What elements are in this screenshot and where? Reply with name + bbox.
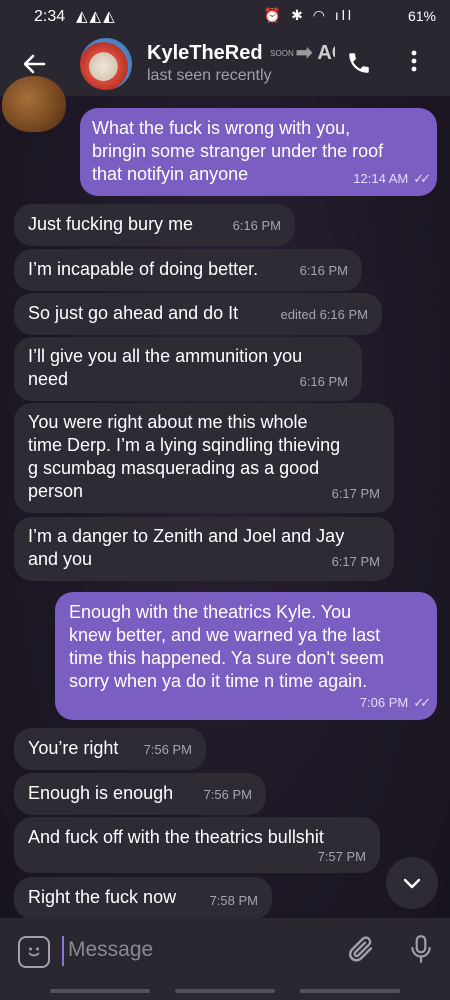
avatar[interactable]	[80, 38, 132, 90]
status-time: 2:34	[34, 8, 66, 25]
double-check-icon: ✓✓	[413, 695, 431, 710]
incoming-message[interactable]: And fuck off with the theatrics bullshit…	[14, 817, 380, 873]
message-text: You were right about me this whole	[28, 412, 308, 432]
outgoing-message[interactable]: Enough with the theatrics Kyle. You knew…	[55, 592, 437, 720]
incoming-message[interactable]: I’m a danger to Zenith and Joel and Jay …	[14, 517, 394, 581]
microphone-icon[interactable]	[408, 934, 434, 971]
incoming-message[interactable]: I’ll give you all the ammunition you nee…	[14, 337, 362, 401]
nav-handle[interactable]	[175, 989, 275, 993]
message-text: I’m a danger to Zenith and Joel and Jay	[28, 526, 345, 546]
sticker-emoji-icon[interactable]	[18, 936, 50, 968]
system-navigation-bar	[0, 982, 450, 1000]
status-bar: 2:34 ◭◭◭ ⏰ ✱ ◠ ıll 61%	[0, 0, 450, 34]
message-text: What the fuck is wrong with you,	[92, 118, 351, 138]
message-time: 6:16 PM	[299, 263, 348, 278]
time-text: 12:14 AM	[353, 171, 409, 186]
message-time: 7:56 PM	[143, 742, 192, 757]
incoming-message[interactable]: You’re right 7:56 PM	[14, 728, 206, 770]
last-seen-status: last seen recently	[147, 67, 272, 84]
incoming-message[interactable]: Right the fuck now 7:58 PM	[14, 877, 272, 919]
time-text: 7:06 PM	[359, 695, 409, 710]
message-text: Enough with the theatrics Kyle. You	[69, 602, 352, 622]
message-time: 6:17 PM	[331, 554, 380, 569]
soon-badge: SOON	[270, 49, 294, 59]
message-text: person	[28, 481, 84, 501]
incoming-message[interactable]: Just fucking bury me 6:16 PM	[14, 204, 295, 246]
incoming-message[interactable]: You were right about me this whole time …	[14, 403, 394, 513]
text-cursor	[62, 936, 64, 966]
system-icons: ⏰ ✱ ◠ ıll	[263, 7, 354, 23]
arrow-right-icon: ➡	[295, 42, 313, 64]
message-text: bringin some stranger under the roof	[92, 141, 384, 161]
message-text: time Derp. I’m a lying sqindling thievin…	[28, 435, 341, 455]
message-time: 7:56 PM	[203, 787, 252, 802]
sticker-image	[2, 76, 66, 132]
message-time: 6:16 PM	[232, 218, 281, 233]
nav-handle[interactable]	[300, 989, 400, 993]
message-text: I’ll give you all the ammunition you	[28, 346, 303, 366]
message-time: 6:16 PM	[299, 374, 348, 389]
paperclip-icon[interactable]	[346, 934, 376, 971]
outgoing-message[interactable]: What the fuck is wrong with you, bringin…	[80, 108, 437, 196]
chat-header: KyleTheRed SOON➡ AC last seen recently	[0, 34, 450, 96]
message-time: edited 6:16 PM	[280, 307, 368, 322]
incoming-message[interactable]: I’m incapable of doing better. 6:16 PM	[14, 249, 362, 291]
phone-icon[interactable]	[346, 50, 372, 82]
nav-handle[interactable]	[50, 989, 150, 993]
message-text: time this happened. Ya sure don't seem	[69, 648, 384, 668]
message-time: 6:17 PM	[331, 486, 380, 501]
message-text: sorry when ya do it time n time again.	[69, 671, 368, 691]
more-vertical-icon[interactable]	[410, 48, 418, 80]
message-time: 7:06 PM ✓✓	[359, 691, 431, 714]
message-time: 12:14 AM ✓✓	[353, 167, 431, 190]
message-input[interactable]: Message	[68, 938, 153, 962]
message-time: 7:58 PM	[209, 893, 258, 908]
chevron-down-icon	[403, 878, 421, 889]
message-text: knew better, and we warned ya the last	[69, 625, 381, 645]
incoming-message[interactable]: So just go ahead and do It edited 6:16 P…	[14, 293, 382, 335]
message-text: and you	[28, 549, 93, 569]
chat-title[interactable]: KyleTheRed SOON➡ AC	[147, 40, 335, 65]
notification-icons: ◭◭◭	[76, 8, 117, 25]
message-text: And fuck off with the theatrics bullshit	[28, 827, 324, 847]
chat-title-name: KyleTheRed	[147, 42, 263, 64]
battery-level: 61%	[407, 8, 436, 24]
message-time: 7:57 PM	[317, 849, 366, 864]
incoming-message[interactable]: Enough is enough 7:56 PM	[14, 773, 266, 815]
double-check-icon: ✓✓	[413, 171, 431, 186]
chat-title-tail: AC	[317, 42, 335, 64]
scroll-down-button[interactable]	[386, 857, 438, 909]
message-text: g scumbag masquerading as a good	[28, 458, 320, 478]
